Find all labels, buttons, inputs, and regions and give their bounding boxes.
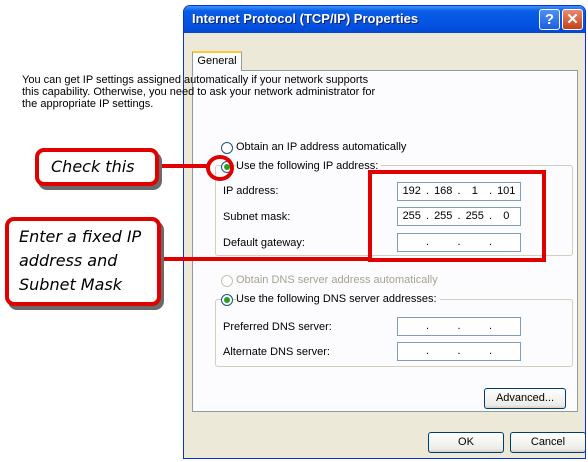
obtain-dns-auto-label[interactable]: Obtain DNS server address automatically — [236, 274, 438, 286]
callout1-connector — [158, 164, 208, 168]
tab-general[interactable]: General — [192, 51, 242, 71]
check-radio-highlight — [206, 155, 234, 181]
ip-address-label: IP address: — [223, 185, 279, 197]
title-bar[interactable]: Internet Protocol (TCP/IP) Properties ? … — [184, 6, 585, 33]
window-title: Internet Protocol (TCP/IP) Properties — [192, 11, 419, 26]
cancel-button[interactable]: Cancel — [510, 432, 586, 453]
close-button[interactable]: ✕ — [562, 9, 583, 30]
preferred-dns-input[interactable]: ... — [397, 317, 521, 336]
radio-selected-dot — [224, 297, 230, 303]
use-following-dns-label[interactable]: Use the following DNS server addresses: — [236, 293, 440, 305]
obtain-ip-auto-label[interactable]: Obtain an IP address automatically — [236, 141, 406, 153]
ok-button[interactable]: OK — [428, 432, 504, 453]
callout2-connector — [160, 257, 370, 261]
alternate-dns-label: Alternate DNS server: — [223, 346, 330, 358]
ip-fields-highlight — [368, 170, 546, 262]
alternate-dns-input[interactable]: ... — [397, 342, 521, 361]
advanced-button[interactable]: Advanced... — [484, 388, 566, 409]
default-gateway-label: Default gateway: — [223, 237, 305, 249]
callout-enter-fixed-ip: Enter a fixed IP address and Subnet Mask — [5, 217, 161, 306]
obtain-ip-auto-radio[interactable] — [221, 142, 233, 154]
use-following-ip-label[interactable]: Use the following IP address: — [236, 160, 382, 172]
use-following-dns-radio[interactable] — [221, 294, 233, 306]
help-button[interactable]: ? — [539, 9, 560, 30]
callout-check-this: Check this — [35, 148, 159, 186]
description-text: You can get IP settings assigned automat… — [22, 74, 376, 110]
preferred-dns-label: Preferred DNS server: — [223, 321, 332, 333]
subnet-mask-label: Subnet mask: — [223, 211, 291, 223]
obtain-dns-auto-radio[interactable] — [221, 275, 233, 287]
